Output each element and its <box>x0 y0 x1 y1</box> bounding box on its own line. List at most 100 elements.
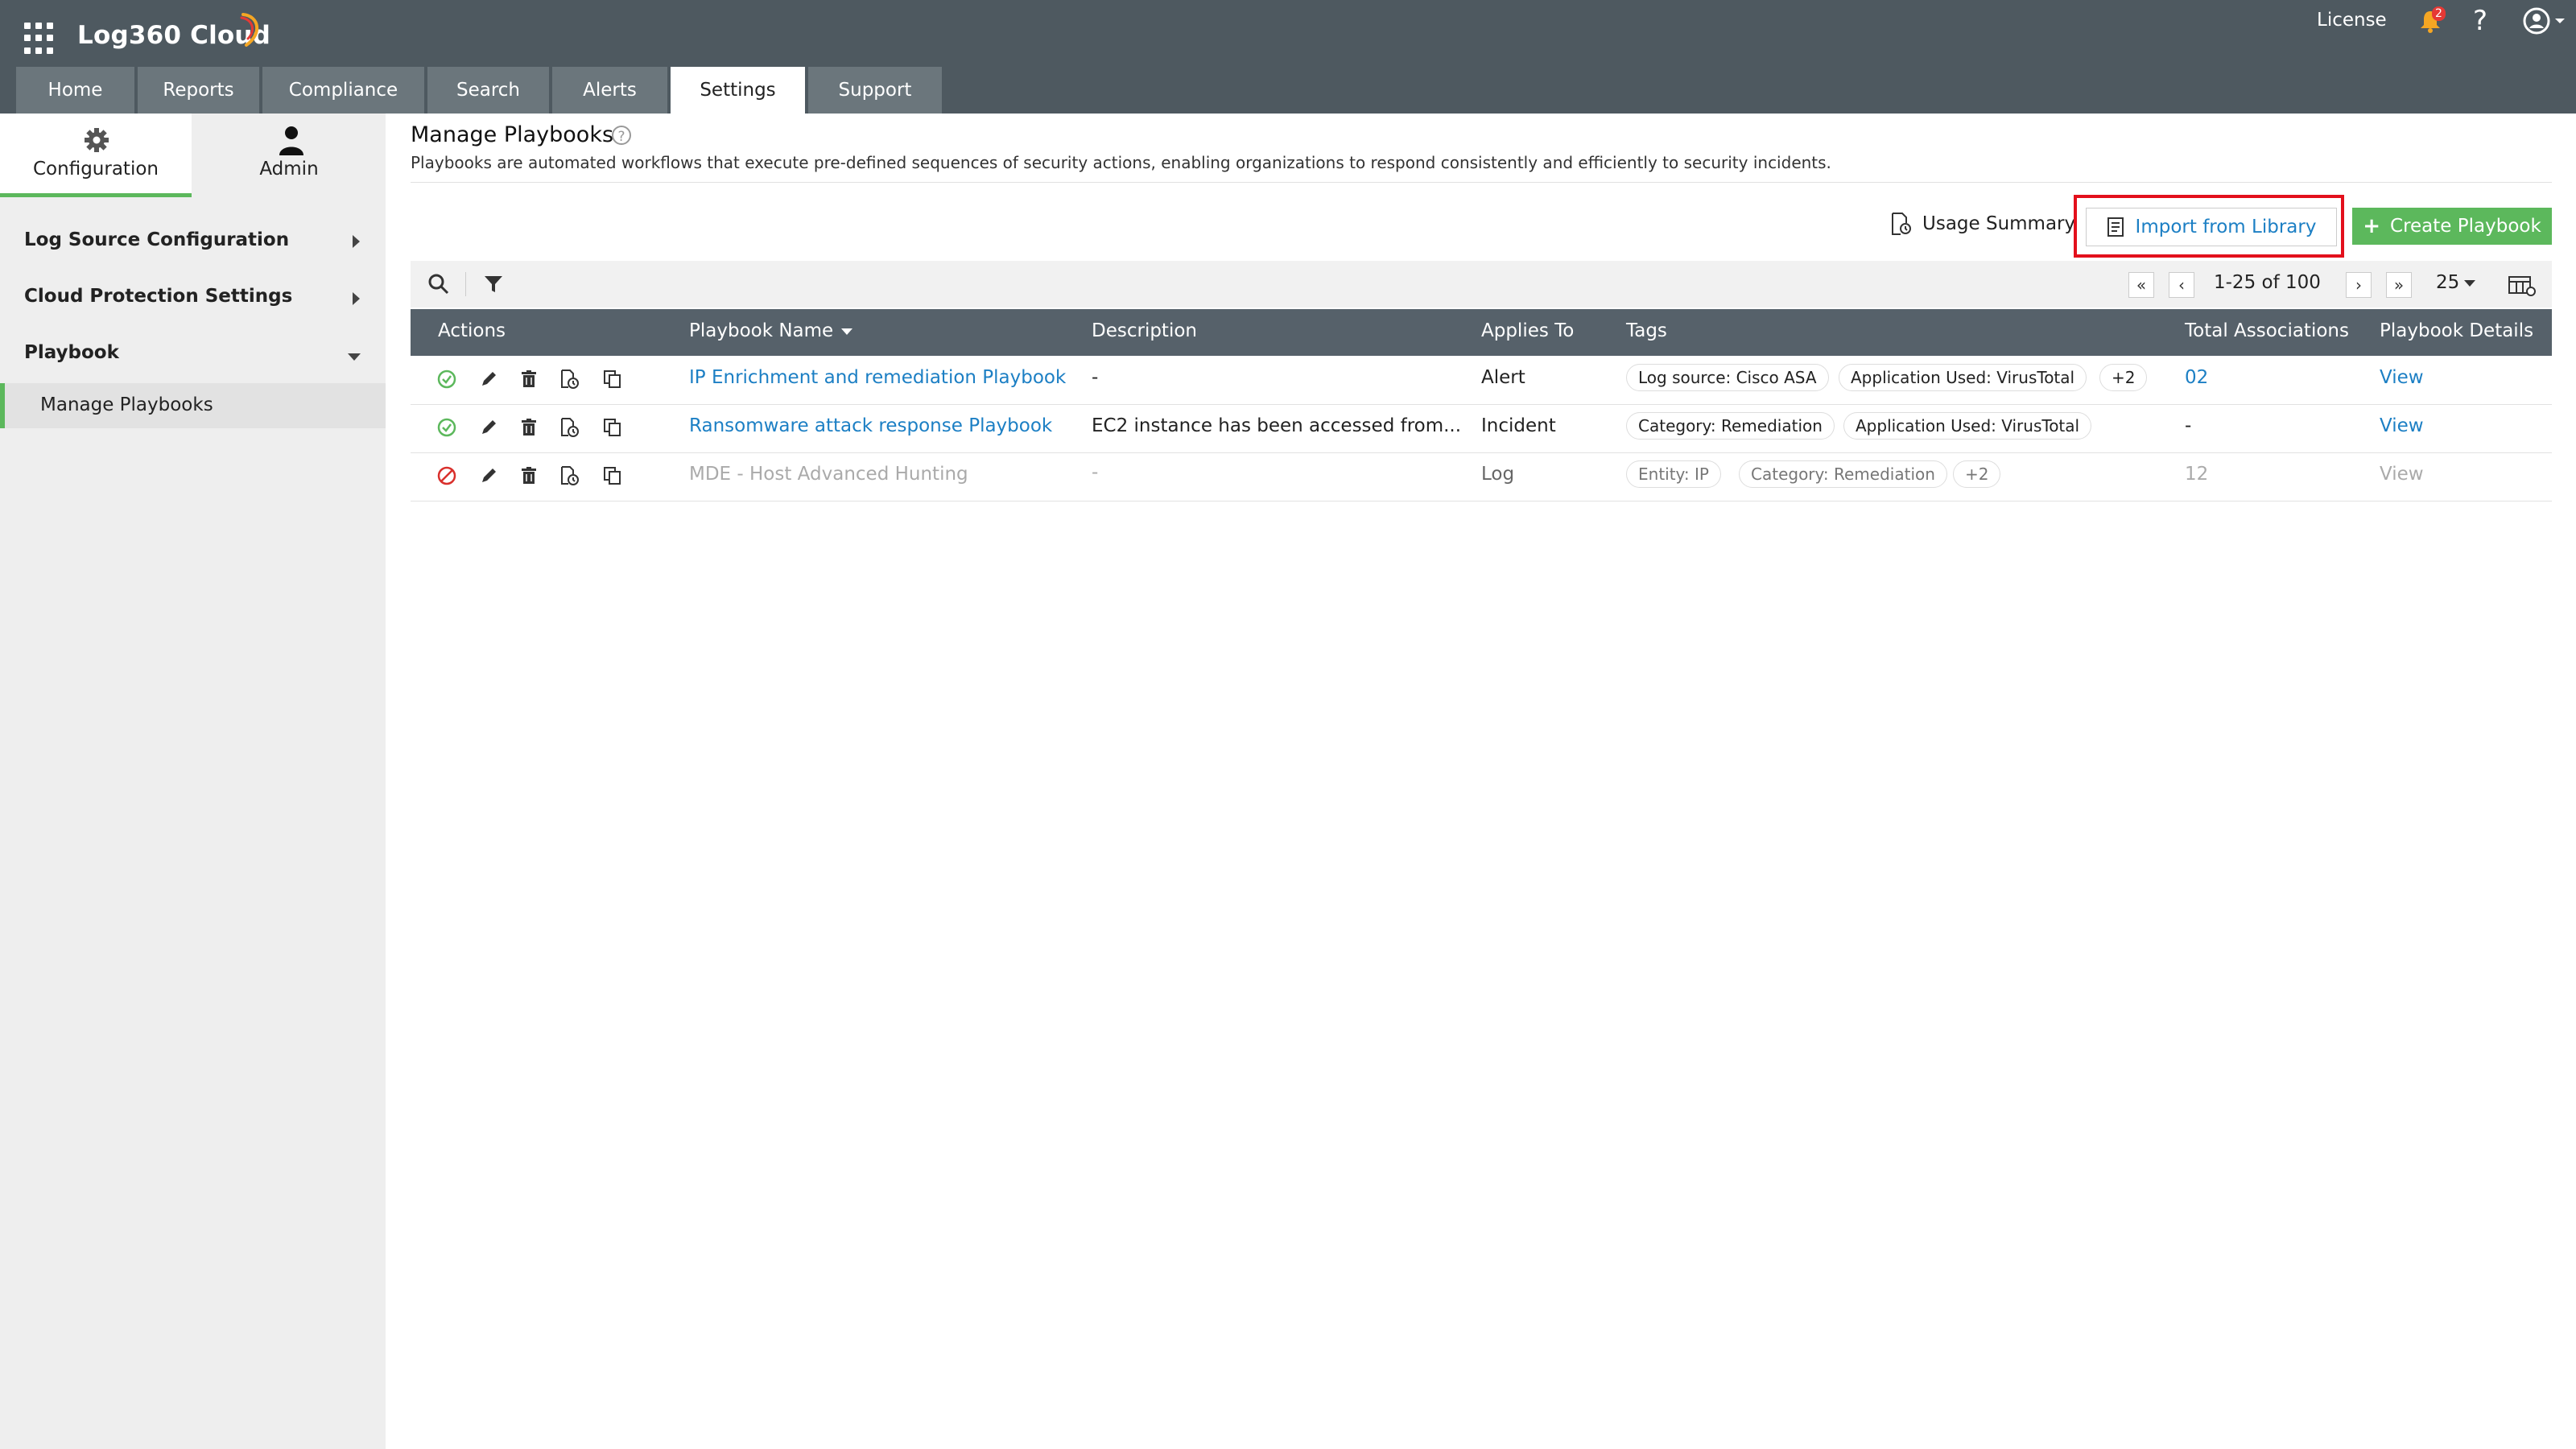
tab-reports[interactable]: Reports <box>138 67 259 114</box>
applies-to: Alert <box>1481 367 1525 388</box>
tab-home[interactable]: Home <box>16 67 134 114</box>
sidebar: Configuration Admin Log Source Configura… <box>0 114 386 1449</box>
edit-icon[interactable] <box>478 369 499 390</box>
last-page-button[interactable]: » <box>2386 272 2412 298</box>
table-row: IP Enrichment and remediation Playbook -… <box>411 356 2552 405</box>
import-from-library-button[interactable]: Import from Library <box>2086 208 2337 246</box>
sidebar-item-cloud-protection-settings[interactable]: Cloud Protection Settings <box>24 286 292 307</box>
column-header-applies-to: Applies To <box>1481 320 1575 341</box>
tag-chip: Category: Remediation <box>1739 460 1947 488</box>
copy-icon[interactable] <box>602 369 623 390</box>
history-icon[interactable] <box>559 417 580 438</box>
next-page-button[interactable]: › <box>2346 272 2372 298</box>
column-header-actions: Actions <box>438 320 506 341</box>
sidebar-tab-configuration[interactable]: Configuration <box>0 114 192 197</box>
tab-support[interactable]: Support <box>808 67 942 114</box>
history-icon[interactable] <box>559 369 580 390</box>
enabled-status-icon[interactable] <box>436 369 457 390</box>
sidebar-item-manage-playbooks[interactable]: Manage Playbooks <box>0 383 386 428</box>
divider <box>411 182 2552 183</box>
table-row: MDE - Host Advanced Hunting - Log Entity… <box>411 452 2552 502</box>
tag-chip: Category: Remediation <box>1626 412 1835 440</box>
playbook-name-link[interactable]: MDE - Host Advanced Hunting <box>689 464 968 485</box>
sort-down-icon <box>841 328 853 335</box>
usage-summary-label: Usage Summary <box>1922 213 2076 234</box>
total-associations-link[interactable]: 02 <box>2185 367 2208 388</box>
copy-icon[interactable] <box>602 417 623 438</box>
pagination-range: 1-25 of 100 <box>2214 272 2321 293</box>
create-playbook-label: Create Playbook <box>2390 216 2541 237</box>
tab-alerts[interactable]: Alerts <box>552 67 667 114</box>
tab-compliance[interactable]: Compliance <box>262 67 424 114</box>
page-size-value: 25 <box>2436 272 2460 293</box>
edit-icon[interactable] <box>478 417 499 438</box>
applies-to: Incident <box>1481 415 1556 436</box>
view-details-link[interactable]: View <box>2380 367 2424 388</box>
import-from-library-label: Import from Library <box>2135 217 2317 237</box>
license-link[interactable]: License <box>2317 10 2387 31</box>
edit-icon[interactable] <box>478 465 499 486</box>
usage-summary-button[interactable]: Usage Summary <box>1889 212 2075 236</box>
page-description: Playbooks are automated workflows that e… <box>411 153 1831 172</box>
sidebar-tab-label: Admin <box>259 159 319 180</box>
history-icon[interactable] <box>559 465 580 486</box>
view-details-link[interactable]: View <box>2380 415 2424 436</box>
column-settings-icon[interactable] <box>2508 275 2536 296</box>
copy-icon[interactable] <box>602 465 623 486</box>
table-toolbar: « ‹ 1-25 of 100 › » 25 <box>411 261 2552 308</box>
sidebar-tabs: Configuration Admin <box>0 114 386 197</box>
sidebar-item-log-source-configuration[interactable]: Log Source Configuration <box>24 229 289 250</box>
plus-icon: + <box>2363 214 2381 238</box>
playbook-description: - <box>1092 462 1099 483</box>
user-icon <box>279 126 303 155</box>
tag-more-chip[interactable]: +2 <box>1953 460 2001 488</box>
column-header-total-associations: Total Associations <box>2185 320 2349 341</box>
page-title: Manage Playbooks <box>411 122 614 147</box>
page-size-select[interactable]: 25 <box>2436 272 2476 293</box>
tag-more-chip[interactable]: +2 <box>2099 364 2148 391</box>
help-circle-icon[interactable]: ? <box>612 126 631 145</box>
caret-right-icon <box>353 235 360 248</box>
playbook-name-link[interactable]: Ransomware attack response Playbook <box>689 415 1052 436</box>
tab-search[interactable]: Search <box>427 67 549 114</box>
caret-right-icon <box>353 292 360 305</box>
prev-page-button[interactable]: ‹ <box>2169 272 2194 298</box>
delete-icon[interactable] <box>518 369 539 390</box>
caret-down-icon <box>348 353 361 361</box>
playbook-description: - <box>1092 367 1099 388</box>
sidebar-tab-admin[interactable]: Admin <box>193 114 385 197</box>
filter-icon[interactable] <box>483 274 504 295</box>
playbook-name-link[interactable]: IP Enrichment and remediation Playbook <box>689 367 1066 388</box>
first-page-button[interactable]: « <box>2128 272 2154 298</box>
view-details-link[interactable]: View <box>2380 464 2424 485</box>
notification-badge: 2 <box>2432 6 2446 21</box>
tag-chip: Entity: IP <box>1626 460 1721 488</box>
help-icon[interactable]: ? <box>2473 5 2487 37</box>
sidebar-item-label: Manage Playbooks <box>40 394 213 415</box>
user-account-icon[interactable] <box>2523 6 2568 35</box>
delete-icon[interactable] <box>518 417 539 438</box>
column-header-label: Playbook Name <box>689 320 834 341</box>
logo-swoosh-icon <box>240 13 259 47</box>
column-header-tags: Tags <box>1626 320 1667 341</box>
table-header: Actions Playbook Name Description Applie… <box>411 309 2552 356</box>
search-icon[interactable] <box>427 272 451 296</box>
tab-settings[interactable]: Settings <box>671 67 805 114</box>
total-associations: 12 <box>2185 464 2209 485</box>
disabled-status-icon[interactable] <box>436 465 457 486</box>
toolbar-divider <box>465 272 466 296</box>
gear-icon <box>85 128 109 152</box>
column-header-playbook-name[interactable]: Playbook Name <box>689 320 853 341</box>
main-nav-tabs: Home Reports Compliance Search Alerts Se… <box>16 67 945 114</box>
create-playbook-button[interactable]: + Create Playbook <box>2352 208 2552 245</box>
tag-chip: Application Used: VirusTotal <box>1843 412 2092 440</box>
delete-icon[interactable] <box>518 465 539 486</box>
tag-chip: Log source: Cisco ASA <box>1626 364 1829 391</box>
app-grid-icon[interactable] <box>24 23 56 55</box>
document-icon <box>2107 217 2124 237</box>
chevron-down-icon <box>2464 279 2476 287</box>
enabled-status-icon[interactable] <box>436 417 457 438</box>
total-associations: - <box>2185 415 2192 436</box>
playbook-description: EC2 instance has been accessed from... <box>1092 415 1462 436</box>
sidebar-item-playbook[interactable]: Playbook <box>24 342 119 363</box>
